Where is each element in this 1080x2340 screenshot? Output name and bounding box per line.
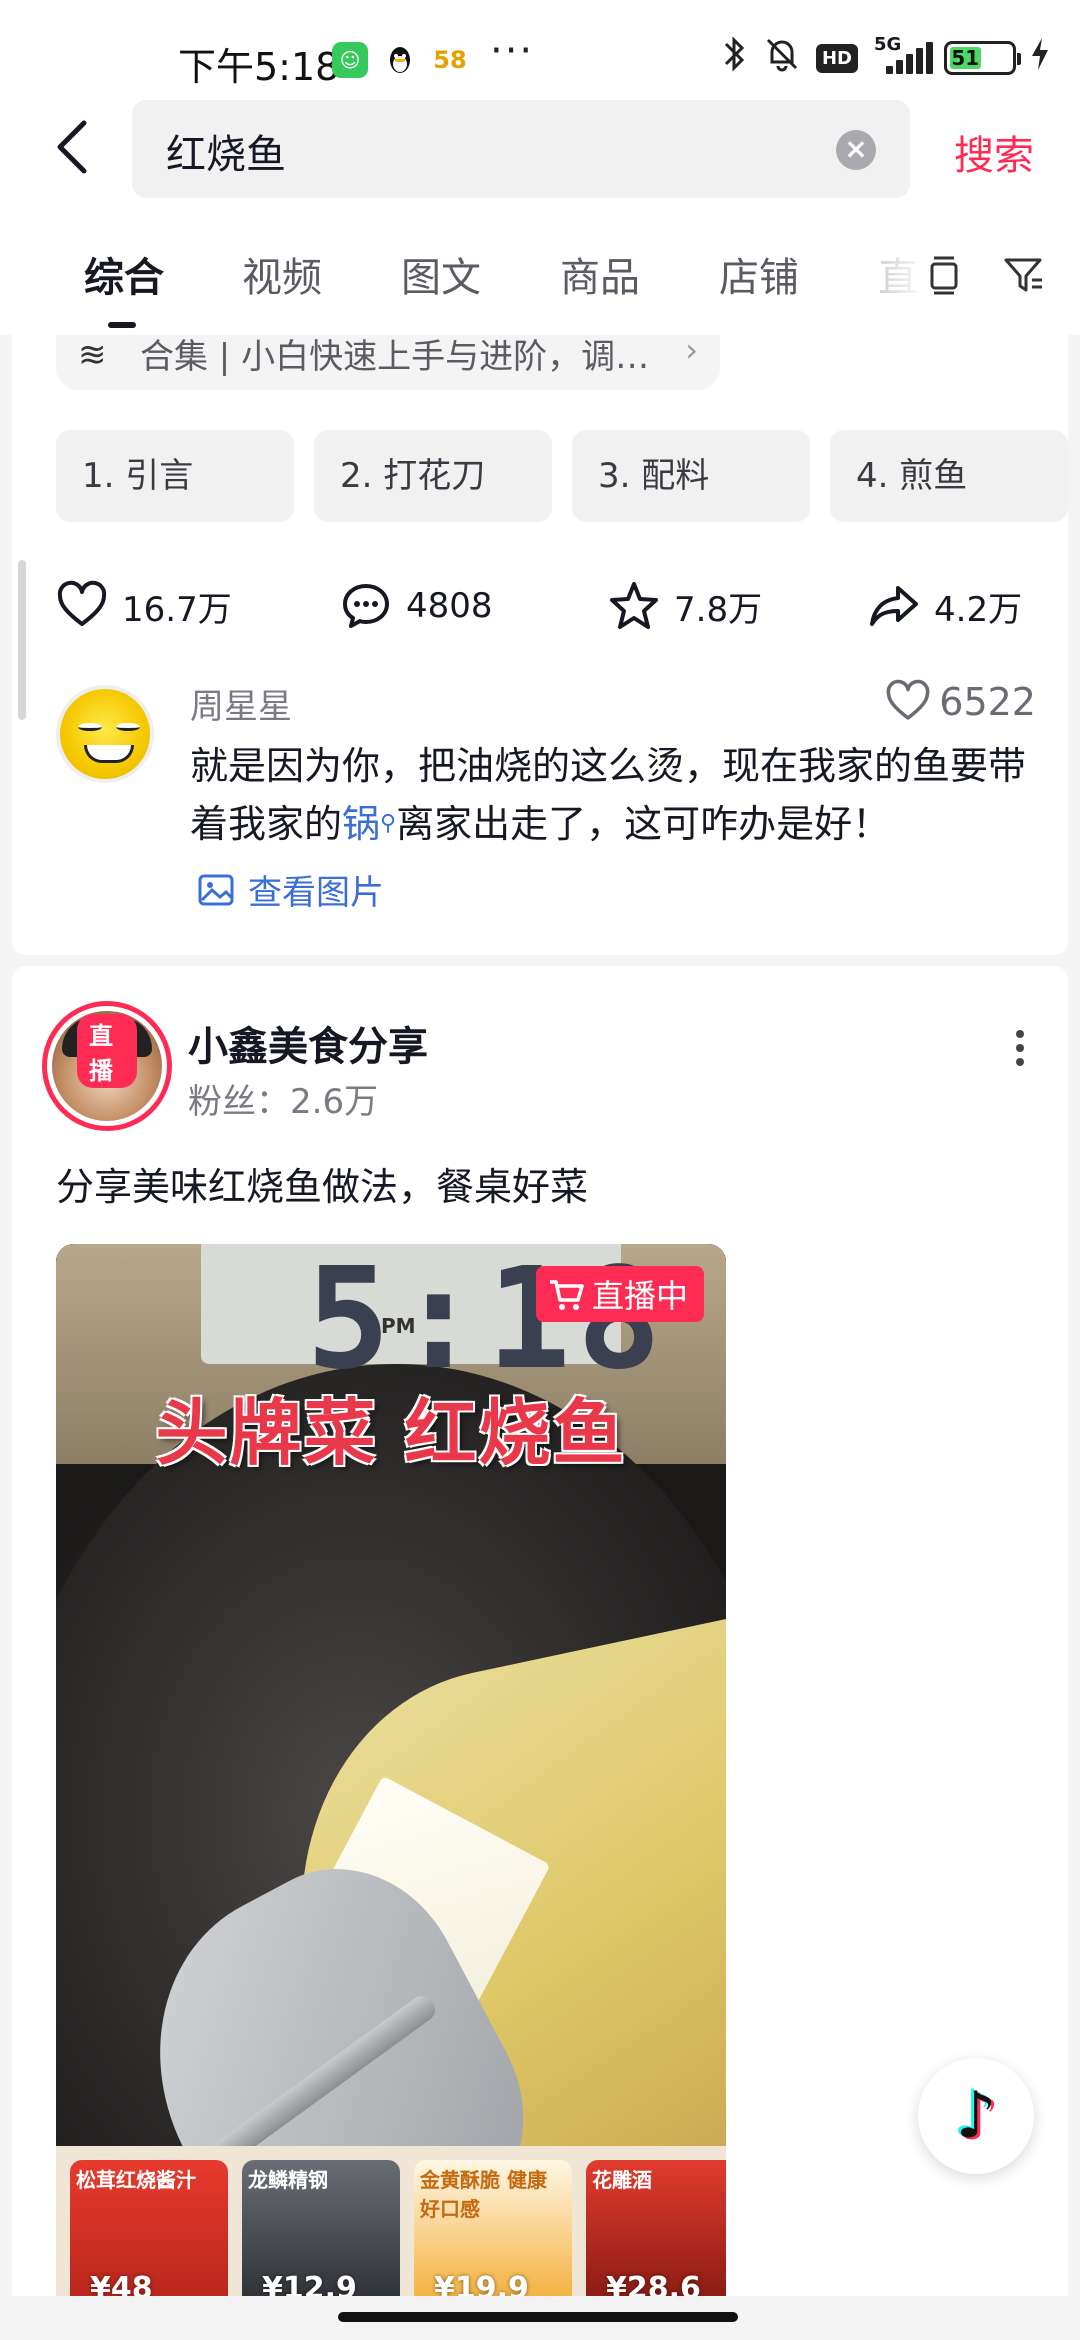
search-input[interactable]: 红烧鱼 × <box>132 100 910 198</box>
product-card[interactable]: 松茸红烧酱汁 ¥48 <box>70 2160 228 2296</box>
wechat-notification-icon: ☺ <box>332 42 368 78</box>
home-indicator[interactable] <box>338 2312 738 2322</box>
charging-icon <box>1030 36 1050 80</box>
tab-products[interactable]: 商品 <box>560 245 640 303</box>
shopping-cart-icon <box>549 1280 584 1310</box>
mute-bell-icon <box>762 34 802 82</box>
image-icon <box>198 874 234 905</box>
back-arrow-icon <box>57 120 87 174</box>
share-button[interactable]: 4.2万 <box>868 580 1022 632</box>
product-price: ¥19.9 <box>434 2271 529 2296</box>
search-query-text: 红烧鱼 <box>166 132 286 178</box>
chapter-chip[interactable]: 1. 引言 <box>56 430 294 522</box>
comment-icon <box>343 584 389 628</box>
search-submit-button[interactable]: 搜索 <box>954 123 1034 181</box>
product-price: ¥12.9 <box>262 2271 357 2296</box>
chapter-chip[interactable]: 3. 配料 <box>572 430 810 522</box>
author-name[interactable]: 小鑫美食分享 <box>188 1014 428 1072</box>
result-type-tabs: 综合 视频 图文 商品 店铺 直 <box>0 210 1080 335</box>
tab-video[interactable]: 视频 <box>242 245 322 303</box>
filter-icon[interactable] <box>1002 252 1046 296</box>
heart-icon <box>57 580 107 626</box>
hd-volte-badge: HD <box>815 43 858 73</box>
product-price: ¥28.6 <box>606 2271 701 2296</box>
product-card[interactable]: 金黄酥脆 健康好口感 ¥19.9 <box>414 2160 572 2296</box>
video-overlay-title: 头牌菜 红烧鱼 <box>155 1391 627 1475</box>
heart-icon <box>886 679 930 720</box>
layout-switch-icon[interactable] <box>922 252 966 296</box>
comment-button[interactable]: 4808 <box>340 580 493 632</box>
tab-image-text[interactable]: 图文 <box>401 245 481 303</box>
product-strip: 松茸红烧酱汁 ¥48 龙鳞精钢 ¥12.9 金黄酥脆 健康好口感 ¥19.9 花… <box>56 2146 726 2296</box>
collection-text: 合集 | 小白快速上手与进阶，调… <box>140 337 650 377</box>
chapter-chip[interactable]: 2. 打花刀 <box>314 430 552 522</box>
author-fans: 粉丝：2.6万 <box>188 1082 379 1122</box>
active-tab-indicator <box>108 322 136 328</box>
like-count: 16.7万 <box>122 589 232 630</box>
bluetooth-icon <box>720 34 748 82</box>
search-mini-icon: ⚲ <box>380 811 397 836</box>
product-card[interactable]: 龙鳞精钢 ¥12.9 <box>242 2160 400 2296</box>
collection-link[interactable]: ≋ 合集 | 小白快速上手与进阶，调… › <box>56 335 720 390</box>
favorite-button[interactable]: 7.8万 <box>608 580 762 632</box>
like-button[interactable]: 16.7万 <box>56 580 232 632</box>
live-now-tag: 直播中 <box>535 1266 704 1322</box>
chapter-chip[interactable]: 4. 煎鱼 <box>830 430 1068 522</box>
favorite-count: 7.8万 <box>674 589 763 630</box>
douyin-floating-button[interactable]: ♪ <box>918 2058 1034 2174</box>
battery-icon: 51 <box>944 41 1021 75</box>
tab-comprehensive[interactable]: 综合 <box>84 245 164 303</box>
share-count: 4.2万 <box>934 589 1023 630</box>
star-icon <box>610 582 658 629</box>
view-image-button[interactable]: 查看图片 <box>196 865 384 914</box>
engagement-stats: 16.7万 4808 7.8万 4.2万 <box>56 580 1036 640</box>
douyin-logo-icon: ♪ <box>955 2079 997 2153</box>
collection-stack-icon: ≋ <box>78 335 107 375</box>
commenter-name[interactable]: 周星星 <box>190 679 292 728</box>
back-button[interactable] <box>50 117 100 177</box>
commenter-avatar[interactable] <box>56 685 154 783</box>
clear-search-button[interactable]: × <box>836 130 876 170</box>
status-time: 下午5:18 <box>178 45 340 89</box>
qq-notification-icon <box>382 42 418 78</box>
scrollbar-thumb[interactable] <box>18 560 26 720</box>
post-description: 分享美味红烧鱼做法，餐桌好菜 <box>56 1165 589 1209</box>
58-app-notification-icon: 58 <box>432 42 468 78</box>
chevron-right-icon: › <box>685 335 698 369</box>
tab-shops[interactable]: 店铺 <box>719 245 799 303</box>
more-options-button[interactable] <box>1000 1024 1040 1084</box>
author-avatar[interactable]: 直播 <box>42 1001 172 1131</box>
comment-like-button[interactable]: 6522 <box>885 679 1036 725</box>
comment-like-count: 6522 <box>939 680 1036 724</box>
live-badge: 直播 <box>77 1014 137 1088</box>
more-notifications-icon: ··· <box>490 28 535 74</box>
live-result-card[interactable]: 直播 小鑫美食分享 粉丝：2.6万 分享美味红烧鱼做法，餐桌好菜 PM 5:18… <box>12 966 1068 2296</box>
product-card[interactable]: 花雕酒 ¥28.6 <box>586 2160 726 2296</box>
cellular-signal-icon: 5G <box>872 34 933 78</box>
video-result-card[interactable]: ≋ 合集 | 小白快速上手与进阶，调… › 1. 引言 2. 打花刀 3. 配料… <box>12 335 1068 955</box>
product-price: ¥48 <box>90 2271 153 2296</box>
comment-count: 4808 <box>406 586 493 626</box>
comment-text: 就是因为你，把油烧的这么烫，现在我家的鱼要带着我家的锅⚲离家出走了，这可咋办是好… <box>190 744 1027 846</box>
share-arrow-icon <box>870 586 918 626</box>
chapter-list: 1. 引言 2. 打花刀 3. 配料 4. 煎鱼 <box>56 430 1068 522</box>
search-header: 红烧鱼 × 搜索 <box>0 95 1080 210</box>
search-link-word[interactable]: 锅 <box>342 802 380 846</box>
live-video-thumbnail[interactable]: PM 5:18 头牌菜 红烧鱼 直播中 松茸红烧酱汁 ¥48 龙鳞精钢 ¥12.… <box>56 1244 726 2296</box>
